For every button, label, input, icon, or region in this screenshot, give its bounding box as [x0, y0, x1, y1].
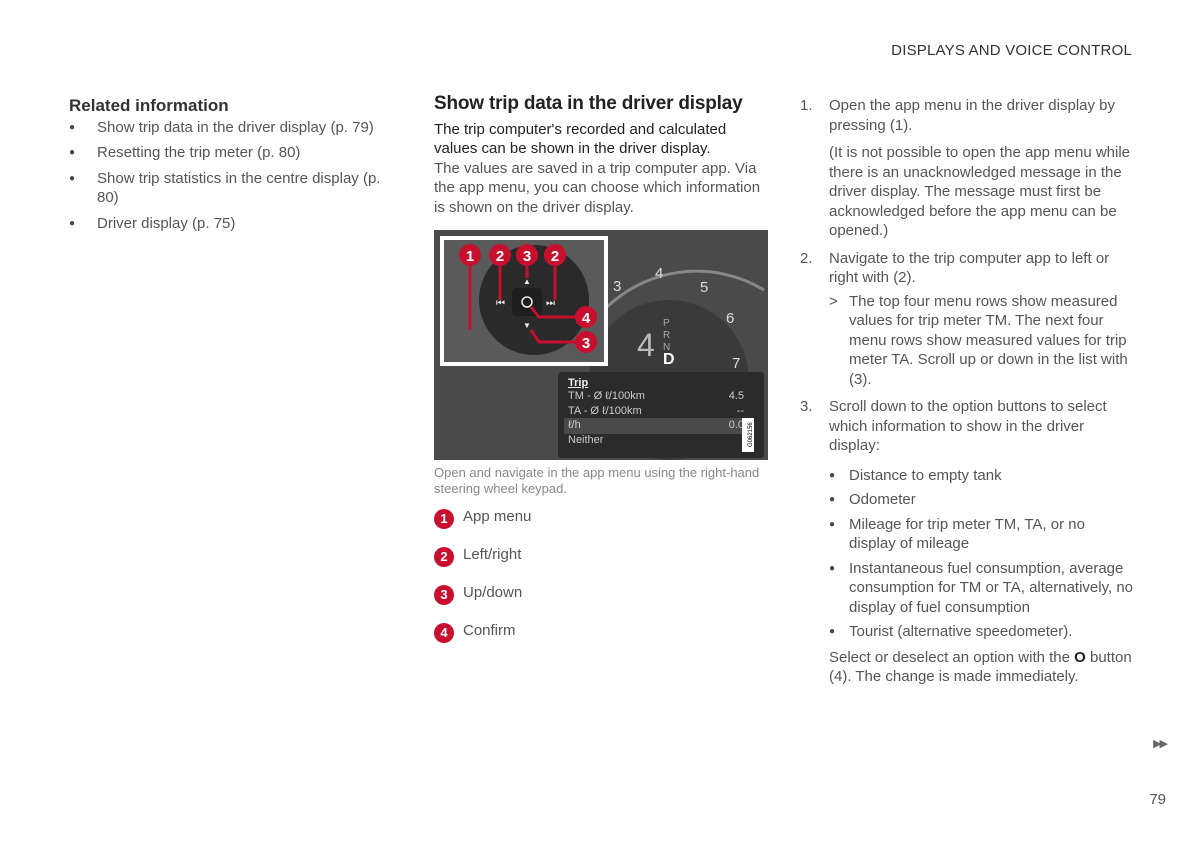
- option-item: Odometer: [829, 490, 1135, 510]
- legend-item: 2 Left/right: [434, 543, 768, 567]
- marker-badge: 3: [434, 585, 454, 605]
- option-item: Tourist (alternative speedometer).: [829, 622, 1135, 642]
- marker-badge: 4: [434, 623, 454, 643]
- step-1: 1. Open the app menu in the driver displ…: [800, 96, 1135, 241]
- step-number: 3.: [800, 398, 813, 415]
- step-result: > The top four menu rows show measured va…: [829, 292, 1135, 390]
- marker-2: 2: [495, 248, 505, 265]
- menu-row-label: ℓ/h: [568, 419, 581, 431]
- marker-3: 3: [522, 248, 532, 265]
- menu-row: TA - Ø ℓ/100km --: [568, 404, 744, 419]
- menu-row-value: 4.5: [728, 390, 744, 402]
- gauge-label: 7: [732, 355, 741, 372]
- svg-text:▼: ▼: [523, 321, 531, 330]
- main-column: Show trip data in the driver display The…: [434, 94, 768, 657]
- marker-4: 4: [581, 310, 591, 327]
- gauge-label: 4: [655, 265, 664, 282]
- steps-column: 1. Open the app menu in the driver displ…: [800, 96, 1135, 695]
- figure-caption: Open and navigate in the app menu using …: [434, 465, 760, 496]
- result-text: The top four menu rows show measured val…: [849, 292, 1128, 388]
- final-text: Select or deselect an option with the: [829, 648, 1075, 666]
- svg-text:▲: ▲: [523, 277, 531, 286]
- marker-2: 2: [550, 248, 560, 265]
- step-note: (It is not possible to open the app menu…: [829, 144, 1131, 239]
- related-link[interactable]: Driver display (p. 75): [69, 214, 384, 234]
- menu-row-label: TM - Ø ℓ/100km: [568, 390, 645, 402]
- step-2: 2. Navigate to the trip computer app to …: [800, 249, 1135, 390]
- menu-row-label: TA - Ø ℓ/100km: [568, 404, 642, 417]
- figure-code: G062156: [742, 418, 754, 452]
- menu-row-value: --: [736, 404, 744, 417]
- marker-3: 3: [581, 335, 591, 352]
- trip-menu: TM - Ø ℓ/100km 4.5 TA - Ø ℓ/100km -- ℓ/h 0.…: [568, 389, 744, 447]
- step-number: 2.: [800, 249, 813, 267]
- page-title: Show trip data in the driver display: [434, 93, 743, 114]
- marker-badge: 1: [434, 509, 454, 529]
- current-gear: 4: [637, 327, 655, 363]
- lead-text: The trip computer's recorded and calcula…: [434, 120, 727, 158]
- driver-display-illustration: ⏮ ⏭ ▲ ▼ 1 2 3 2 4 3 3 4 5 6 7 4 PRND Tri…: [434, 230, 768, 460]
- gear-d: D: [663, 351, 675, 368]
- gauge-label: 5: [700, 279, 709, 296]
- step-text: Scroll down to the option buttons to sel…: [829, 398, 1107, 454]
- body-text: The values are saved in a trip computer …: [434, 159, 761, 216]
- page-number: 79: [1149, 791, 1166, 808]
- menu-row-label: Neither: [568, 433, 604, 446]
- related-link[interactable]: Show trip statistics in the centre displ…: [69, 169, 384, 208]
- step-text: Navigate to the trip computer app to lef…: [829, 249, 1110, 287]
- menu-row: Neither: [568, 433, 744, 448]
- gear-p: P: [663, 318, 670, 329]
- option-item: Distance to empty tank: [829, 466, 1135, 486]
- legend-label: Up/down: [463, 584, 523, 602]
- related-title: Related information: [69, 96, 229, 115]
- legend-label: Confirm: [463, 622, 516, 640]
- gear-r: R: [663, 330, 671, 341]
- result-arrow-icon: >: [829, 292, 838, 310]
- legend-item: 1 App menu: [434, 505, 768, 529]
- menu-row: ℓ/h 0.0: [568, 418, 744, 433]
- gauge-label: 3: [613, 278, 622, 295]
- marker-badge: 2: [434, 547, 454, 567]
- legend-item: 4 Confirm: [434, 619, 768, 643]
- legend-item: 3 Up/down: [434, 581, 768, 605]
- step-text: Open the app menu in the driver display …: [829, 97, 1116, 134]
- related-link[interactable]: Show trip data in the driver display (p.…: [69, 118, 384, 138]
- o-button-label: O: [1074, 648, 1086, 666]
- gauge-label: 6: [726, 310, 735, 327]
- legend-label: App menu: [463, 508, 532, 526]
- option-item: Mileage for trip meter TM, TA, or no dis…: [829, 515, 1135, 554]
- related-link[interactable]: Resetting the trip meter (p. 80): [69, 143, 384, 163]
- figure-legend: 1 App menu 2 Left/right 3 Up/down 4 Confirm: [434, 505, 768, 643]
- final-instruction: Select or deselect an option with the O …: [829, 648, 1135, 687]
- legend-label: Left/right: [463, 546, 522, 564]
- continue-icon: ▶▶: [1153, 738, 1168, 750]
- step-3: 3. Scroll down to the option buttons to …: [800, 397, 1135, 687]
- option-item: Instantaneous fuel consumption, average …: [829, 559, 1135, 618]
- related-information: Related information Show trip data in th…: [69, 96, 384, 239]
- gear-selector: PRND: [663, 318, 675, 368]
- section-header: DISPLAYS AND VOICE CONTROL: [891, 42, 1132, 59]
- menu-row: TM - Ø ℓ/100km 4.5: [568, 389, 744, 404]
- step-number: 1.: [800, 97, 813, 114]
- marker-1: 1: [465, 248, 475, 265]
